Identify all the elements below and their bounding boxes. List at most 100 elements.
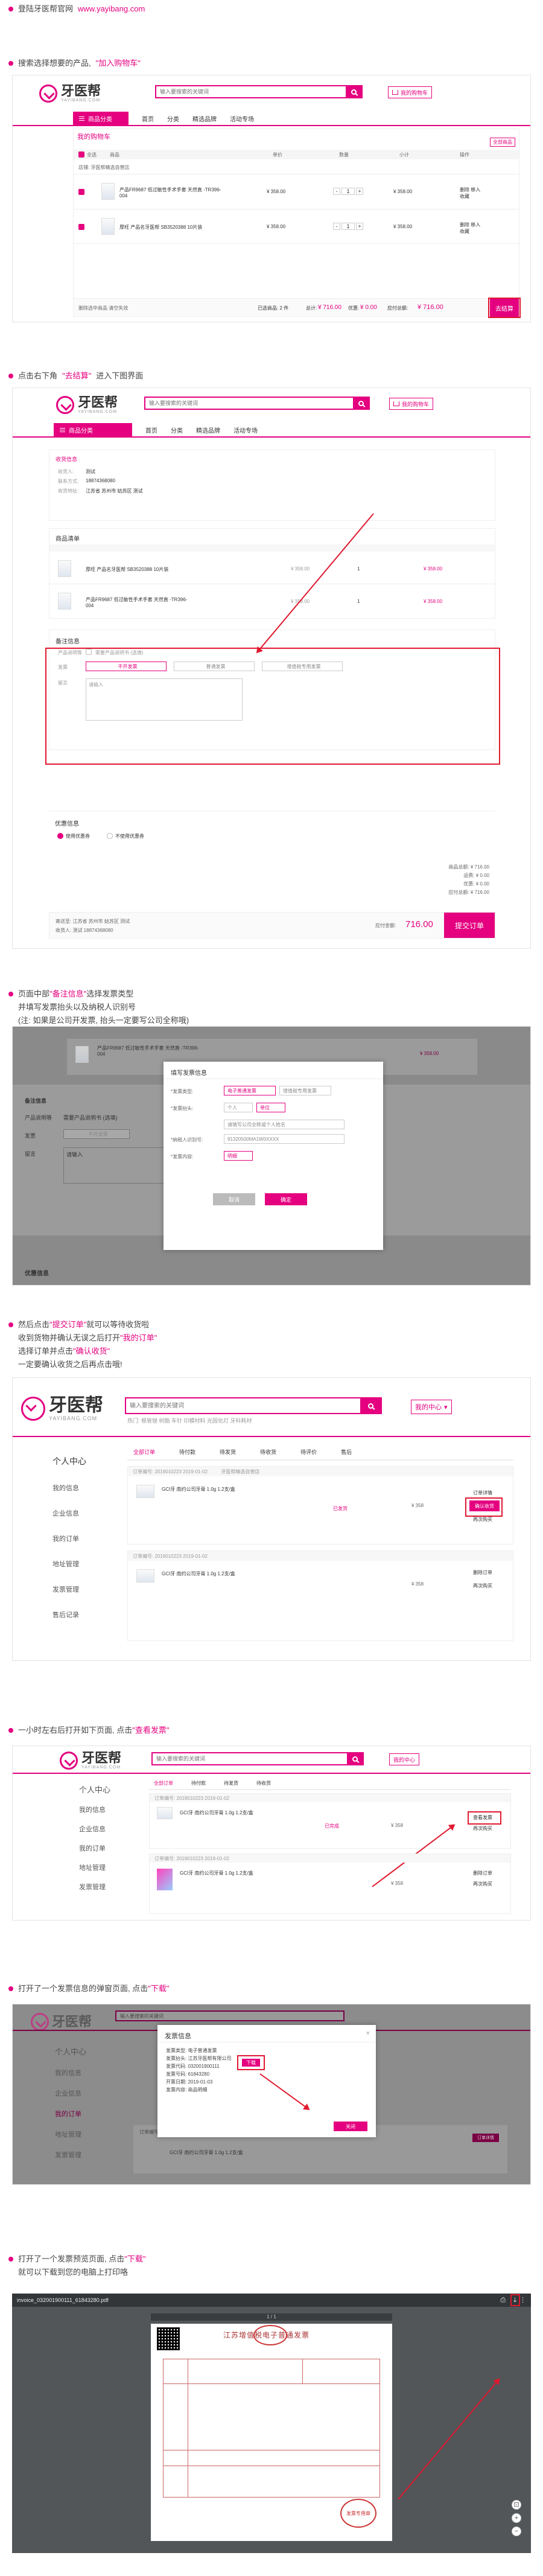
- item-checkbox[interactable]: [78, 224, 84, 230]
- category-button[interactable]: 商品分类: [54, 423, 132, 436]
- tax-id-input[interactable]: 91320500MA1W0XXXX: [224, 1134, 345, 1144]
- search-button[interactable]: [347, 1753, 363, 1764]
- buy-again-link[interactable]: 再次购买: [473, 1583, 492, 1589]
- order-item-name[interactable]: GCI牙 南约公司牙膏 1.0g 1.2支/盒: [180, 1870, 253, 1876]
- nav-events[interactable]: 活动专场: [233, 426, 258, 435]
- invoice-type-vat[interactable]: 增值税专用发票: [279, 1086, 331, 1095]
- sidebar-item-invoice[interactable]: 发票管理: [52, 1584, 86, 1594]
- item-checkbox[interactable]: [78, 189, 84, 195]
- search-input[interactable]: [145, 398, 353, 409]
- close-button[interactable]: 关闭: [334, 2122, 367, 2131]
- close-icon[interactable]: ×: [366, 2030, 370, 2037]
- brand-logo[interactable]: 牙医帮 YAYIBANG.COM: [60, 1751, 121, 1770]
- order-item-name[interactable]: GCI牙 南约公司牙膏 1.0g 1.2支/盒: [162, 1486, 235, 1493]
- select-all-checkbox[interactable]: [78, 151, 84, 158]
- company-name-input[interactable]: 请填写公司全称或个人姓名: [224, 1120, 345, 1129]
- order-item-name[interactable]: GCI牙 南约公司牙膏 1.0g 1.2支/盒: [180, 1809, 253, 1816]
- sidebar-item-company[interactable]: 企业信息: [79, 1824, 110, 1834]
- nav-home[interactable]: 首页: [142, 114, 154, 123]
- sidebar-item-address[interactable]: 地址管理: [79, 1863, 110, 1872]
- confirm-button[interactable]: 确定: [265, 1193, 307, 1205]
- row-actions[interactable]: 删除 移入收藏: [460, 222, 484, 235]
- sidebar-item-address[interactable]: 地址管理: [52, 1559, 86, 1569]
- tab-review[interactable]: 待评价: [300, 1448, 317, 1456]
- my-center-button[interactable]: 我的中心 ▾: [411, 1400, 452, 1414]
- tab-unreceived[interactable]: 待收货: [260, 1448, 276, 1456]
- plus-button[interactable]: +: [356, 188, 363, 195]
- my-center-button[interactable]: 我的中心: [389, 1753, 420, 1765]
- cancel-button[interactable]: 取消: [213, 1193, 255, 1205]
- content-detail[interactable]: 明细: [224, 1151, 253, 1161]
- qty-value[interactable]: 1: [341, 188, 355, 195]
- nav-home[interactable]: 首页: [145, 426, 157, 435]
- quantity-stepper[interactable]: -1 +: [333, 188, 363, 195]
- saved-label: 优惠:: [348, 305, 360, 311]
- coupon-option-use[interactable]: 使用优惠券: [66, 833, 90, 840]
- search-button[interactable]: [346, 86, 361, 97]
- buy-again-link[interactable]: 再次购买: [473, 1516, 492, 1523]
- tab-unpaid[interactable]: 待付款: [179, 1448, 195, 1456]
- coupon-radio-on[interactable]: [57, 833, 63, 839]
- cart-tag[interactable]: 全部商品: [490, 138, 515, 147]
- zoom-out-icon[interactable]: −: [512, 2527, 521, 2536]
- tab-aftersale[interactable]: 售后: [341, 1448, 352, 1456]
- product-name[interactable]: 厚旺 产品名牙医帮 SB3520388 10片装: [119, 224, 222, 231]
- search-button[interactable]: [353, 398, 369, 409]
- sidebar-item-profile[interactable]: 我的信息: [79, 1805, 110, 1814]
- coupon-option-none[interactable]: 不使用优惠券: [115, 833, 144, 840]
- pointer-arrow: [259, 2073, 310, 2110]
- search-button[interactable]: [360, 1398, 381, 1413]
- cart-button[interactable]: 我的购物车: [388, 86, 433, 98]
- tab-all[interactable]: 全部订单: [154, 1780, 173, 1787]
- quantity-stepper[interactable]: -1 +: [333, 223, 363, 230]
- delete-order-link[interactable]: 删除订单: [473, 1870, 492, 1876]
- tab-unpaid[interactable]: 待付款: [191, 1780, 206, 1787]
- buy-again-link[interactable]: 再次购买: [473, 1825, 492, 1832]
- print-icon[interactable]: ⎙: [500, 2297, 506, 2304]
- sidebar-item-orders[interactable]: 我的订单: [52, 1534, 86, 1543]
- nav-category[interactable]: 分类: [171, 426, 183, 435]
- sidebar-item-profile[interactable]: 我的信息: [52, 1483, 86, 1493]
- pay-value: ¥ 716.00: [418, 304, 443, 311]
- search-input[interactable]: [156, 86, 346, 97]
- plus-button[interactable]: +: [356, 223, 363, 230]
- footer-actions[interactable]: 删除选中商品 清空失效: [78, 305, 128, 311]
- title-company[interactable]: 单位: [256, 1103, 285, 1112]
- invoice-type-electronic[interactable]: 电子普通发票: [224, 1086, 276, 1095]
- category-button[interactable]: 商品分类: [73, 112, 129, 125]
- site-url-link[interactable]: www.yayibang.com: [78, 4, 145, 14]
- nav-events[interactable]: 活动专场: [230, 114, 254, 123]
- sidebar-item-orders[interactable]: 我的订单: [79, 1843, 110, 1853]
- minus-button[interactable]: -: [333, 223, 340, 230]
- order-detail-link[interactable]: 订单详情: [473, 1490, 492, 1496]
- buy-again-link[interactable]: 再次购买: [473, 1881, 492, 1887]
- search-input[interactable]: [126, 1398, 360, 1413]
- sidebar-item-aftersale[interactable]: 售后记录: [52, 1610, 86, 1619]
- tab-unshipped[interactable]: 待发货: [224, 1780, 238, 1787]
- coupon-radio-off[interactable]: [107, 833, 113, 839]
- tab-unreceived[interactable]: 待收货: [256, 1780, 271, 1787]
- search-input[interactable]: [153, 1753, 347, 1764]
- more-icon[interactable]: ⋮: [519, 2296, 526, 2304]
- submit-order-button[interactable]: 提交订单: [444, 913, 495, 938]
- zoom-in-icon[interactable]: +: [512, 2513, 521, 2523]
- sidebar-item-company[interactable]: 企业信息: [52, 1508, 86, 1518]
- nav-brands[interactable]: 精选品牌: [192, 114, 217, 123]
- row-actions[interactable]: 删除 移入收藏: [460, 187, 484, 200]
- cart-button[interactable]: 我的购物车: [389, 398, 434, 410]
- qty-value[interactable]: 1: [341, 223, 355, 230]
- nav-brands[interactable]: 精选品牌: [196, 426, 220, 435]
- nav-category[interactable]: 分类: [167, 114, 179, 123]
- tab-unshipped[interactable]: 待发货: [220, 1448, 236, 1456]
- brand-logo[interactable]: 牙医帮 YAYIBANG.COM: [56, 395, 118, 414]
- delete-order-link[interactable]: 删除订单: [473, 1569, 492, 1576]
- product-name[interactable]: 产品FR9687 低过敏性手术手套 天然直 -TR396-004: [119, 187, 222, 199]
- order-item-name[interactable]: GCI牙 南约公司牙膏 1.0g 1.2支/盒: [162, 1570, 235, 1577]
- minus-button[interactable]: -: [333, 188, 340, 195]
- sidebar-item-invoice[interactable]: 发票管理: [79, 1882, 110, 1892]
- tab-all[interactable]: 全部订单: [133, 1448, 155, 1456]
- brand-logo[interactable]: 牙医帮 YAYIBANG.COM: [21, 1396, 103, 1421]
- brand-logo[interactable]: 牙医帮 YAYIBANG.COM: [39, 84, 101, 103]
- fit-page-icon[interactable]: ⊡: [512, 2500, 521, 2510]
- title-personal[interactable]: 个人: [224, 1103, 253, 1112]
